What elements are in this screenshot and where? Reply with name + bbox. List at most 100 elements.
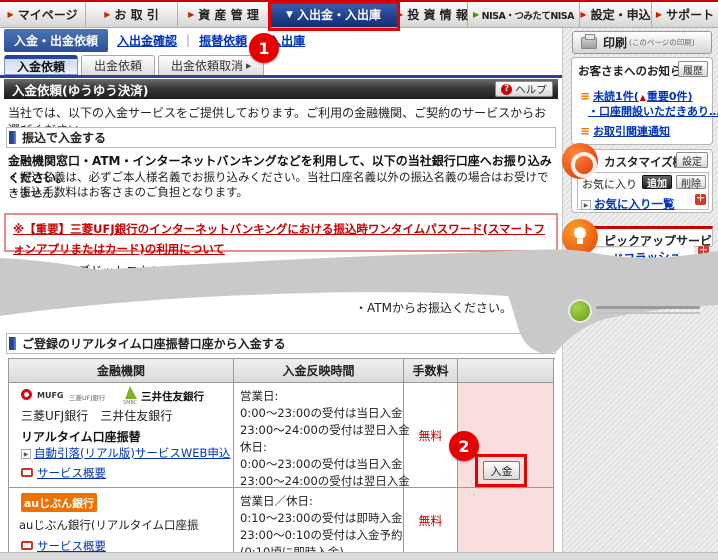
notice-title: お客さまへのお知らせ (578, 63, 693, 79)
table-row-action-cell (458, 488, 554, 554)
subnav-deposit-request[interactable]: 入金・出金依頼 (4, 29, 108, 52)
bank-names: 三菱UFJ銀行 三井住友銀行 (21, 407, 172, 424)
nav-label: お 取 引 (114, 6, 158, 23)
link-label: お取引関連通知 (593, 125, 670, 138)
tab-withdrawal-request[interactable]: 出金依頼 (81, 55, 155, 75)
time-line: 営業日: (240, 388, 397, 405)
app-window: ▶マイページ ▶お 取 引 ▶資 産 管 理 ▼入出金・入出庫 ▶投 資 情 報… (0, 0, 718, 560)
list-bars-icon: ≡ (580, 124, 590, 138)
time-line: 0:00〜23:00の受付は当日入金 (240, 405, 397, 422)
service-name: リアルタイム口座振替 (21, 428, 141, 445)
tab-label: 出金依頼取消 (171, 57, 243, 74)
link-arrow-icon: ▶ (576, 256, 586, 266)
hidden-module-line (596, 312, 700, 314)
fee-value: 無料 (404, 488, 458, 554)
tab-arrow-icon: ▶ (246, 62, 251, 70)
nav-nisa[interactable]: ▶NISA・つみたてNISA (468, 2, 580, 28)
link-label: サービス概要 (37, 539, 106, 553)
auto-debit-apply-link[interactable]: ▶自動引落(リアル版)サービスWEB申込 (21, 445, 230, 461)
tab-deposit-request[interactable]: 入金依頼 (4, 55, 78, 75)
bottom-edge-strip (0, 552, 718, 560)
nav-assets[interactable]: ▶ 資 産 管 理 (178, 2, 270, 28)
important-notice-link[interactable]: ※【重要】三菱UFJ銀行のインターネットバンキングにおける振込時ワンタイムパスワ… (13, 222, 545, 256)
bank-name: auじぶん銀行(リアルタイム口座振 (19, 517, 198, 533)
section-transfer-header: 振込で入金する (6, 127, 556, 148)
link-arrow-icon: ▶ (581, 200, 591, 210)
favorites-delete-button[interactable]: 削除 (676, 175, 706, 189)
help-button[interactable]: ? ヘルプ (495, 81, 553, 97)
history-button[interactable]: 履歴 (678, 61, 708, 77)
tab-label: 入金依頼 (17, 58, 65, 75)
link-label: ・口座開設いただきあり… (588, 105, 718, 118)
fee-value: 無料 (404, 383, 458, 488)
page-title-bar: 入金依頼(ゆうゆう決済) ? ヘルプ (4, 79, 558, 99)
nav-arrow-icon: ▶ (188, 10, 194, 19)
sub-nav: 入金・出金依頼 入出金確認 | 振替依頼 | 入出庫 (0, 28, 562, 52)
nav-label: 資 産 管 理 (198, 6, 259, 23)
nav-label: NISA・つみたてNISA (482, 8, 574, 22)
service-overview-link[interactable]: サービス概要 (21, 465, 106, 481)
customize-settings-button[interactable]: 設定 (676, 152, 708, 168)
notice-panel: お客さまへのお知らせ 履歴 ≡未読1件(▲重要0件) ・口座開設いただきあり… … (571, 57, 713, 145)
time-line: 23:00〜24:00の受付は翌日入金 (240, 422, 397, 439)
mufg-logo-icon (21, 389, 32, 400)
nav-label: 設定・申込 (591, 6, 651, 23)
nav-support[interactable]: ▶ サポート (652, 2, 718, 28)
section-marker (9, 337, 16, 350)
col-header-time: 入金反映時間 (234, 359, 404, 383)
nav-trade[interactable]: ▶ お 取 引 (86, 2, 178, 28)
link-label: 自動引落(リアル版)サービスWEB申込 (34, 446, 230, 460)
favorites-list-link[interactable]: ▶お気に入り一覧 (581, 193, 675, 212)
subnav-divider: | (186, 33, 190, 47)
add-favorite-icon[interactable]: ＋ (695, 194, 706, 205)
function-tabs: 入金依頼 出金依頼 出金依頼取消▶ (4, 54, 267, 75)
print-button[interactable]: 印刷 (このページの印刷) (572, 31, 712, 54)
transfer-bullet-2: ・振込手数料はお客さまのご負担となります。 (8, 184, 556, 200)
time-line: 23:00〜0:10の受付は入金予約 (240, 527, 397, 544)
add-pickup-icon[interactable]: ＋ (698, 246, 709, 257)
nav-arrow-icon: ▶ (580, 10, 586, 19)
gear-icon (562, 143, 598, 179)
print-sublabel: (このページの印刷) (629, 37, 695, 48)
favorites-label: お気に入り (582, 176, 637, 192)
nav-label: サポート (666, 6, 714, 23)
subnav-transfer[interactable]: 振替依頼 (199, 32, 247, 49)
nav-arrow-icon: ▶ (656, 10, 662, 19)
step2-highlight-rect (475, 454, 527, 487)
atm-note-fragment: ・ATMからお振込ください。 (355, 299, 512, 316)
subnav-history[interactable]: 入出金確認 (117, 32, 177, 49)
mufg-logo-subtext: 三菱UFJ銀行 (69, 392, 105, 402)
nav-arrow-icon: ▶ (104, 10, 110, 19)
account-name-fragment: 名義:カブドットコムショウケン(カ (38, 262, 226, 279)
link-label: お気に入り一覧 (594, 197, 675, 211)
step1-highlight-rect (268, 1, 400, 31)
section-marker (9, 131, 16, 144)
favorites-add-button[interactable]: 追加 (642, 175, 672, 189)
hidden-module-line (596, 306, 700, 309)
trade-notice-link[interactable]: ≡お取引関連通知 (580, 120, 670, 139)
nav-mypage[interactable]: ▶ マイページ (0, 2, 86, 28)
account-open-notice-link[interactable]: ・口座開設いただきあり… (588, 100, 718, 119)
nav-arrow-icon: ▶ (8, 10, 14, 19)
help-label: ヘルプ (515, 82, 547, 97)
nav-label: 投 資 情 報 (407, 6, 468, 23)
important-notice-box: ※【重要】三菱UFJ銀行のインターネットバンキングにおける振込時ワンタイムパスワ… (4, 213, 558, 252)
step1-badge: 1 (249, 33, 279, 63)
table-row-bank-cell: auじぶん銀行 auじぶん銀行(リアルタイム口座振 サービス概要 (9, 488, 234, 554)
smbc-logo-icon (125, 386, 137, 399)
time-line: 0:00〜23:00の受付は当日入金 (240, 456, 397, 473)
nav-label: マイページ (18, 6, 78, 23)
hidden-module-icon (568, 299, 592, 323)
nav-market-info[interactable]: ▶投 資 情 報 (398, 2, 468, 28)
link-label: サービス概要 (37, 466, 106, 480)
smbc-logo-text: 三井住友銀行 (141, 389, 204, 404)
lightbulb-icon (562, 219, 598, 255)
service-overview-icon (21, 541, 33, 550)
help-question-icon: ? (501, 84, 512, 95)
tab-withdrawal-cancel[interactable]: 出金依頼取消▶ (158, 55, 264, 75)
link-arrow-icon: ▶ (21, 449, 31, 459)
time-line: 0:10〜23:00の受付は即時入金 (240, 510, 397, 527)
nav-settings[interactable]: ▶ 設定・申込 (580, 2, 652, 28)
col-header-fee: 手数料 (404, 359, 458, 383)
col-header-bank: 金融機関 (9, 359, 234, 383)
